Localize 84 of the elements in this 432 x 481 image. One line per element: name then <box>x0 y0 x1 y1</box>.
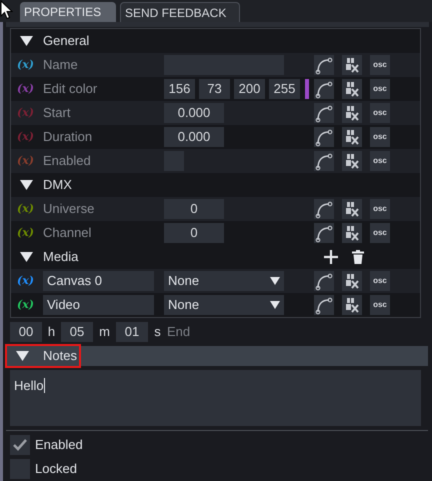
input-field[interactable]: Canvas 0 <box>43 271 154 291</box>
variable-symbol: (x) <box>16 80 35 97</box>
curve-icon[interactable] <box>314 271 334 291</box>
osc-button[interactable]: osc <box>370 295 390 315</box>
unit-label: m <box>98 323 111 342</box>
blocks-icon[interactable] <box>342 295 362 315</box>
blocks-icon[interactable] <box>342 103 362 123</box>
field-label: Edit color <box>43 80 98 98</box>
section-title: General <box>43 32 90 50</box>
field-label: Duration <box>43 128 94 146</box>
curve-icon[interactable] <box>314 103 334 123</box>
variable-symbol: (x) <box>16 128 35 145</box>
field-label: Channel <box>43 224 92 242</box>
section-title: DMX <box>43 176 72 194</box>
dropdown[interactable]: None <box>164 271 284 291</box>
blocks-icon[interactable] <box>342 127 362 147</box>
osc-button[interactable]: osc <box>370 151 390 171</box>
variable-symbol: (x) <box>16 224 35 241</box>
variable-symbol: (x) <box>16 104 35 121</box>
section-title: Notes <box>43 347 77 366</box>
variable-symbol: (x) <box>16 200 35 217</box>
variable-symbol: (x) <box>16 272 35 289</box>
input-field[interactable]: 00 <box>10 322 42 342</box>
variable-symbol: (x) <box>16 296 35 313</box>
collapse-arrow-icon[interactable] <box>16 350 29 362</box>
input-field[interactable]: 05 <box>61 322 93 342</box>
unit-label: h <box>46 323 56 342</box>
field-label: Enabled <box>43 152 92 170</box>
osc-button[interactable]: osc <box>370 55 390 75</box>
variable-symbol: (x) <box>16 152 35 169</box>
pointer-icon <box>0 0 14 20</box>
end-label: End <box>167 323 190 342</box>
input-field[interactable]: 0.000 <box>164 127 224 147</box>
osc-button[interactable]: osc <box>370 127 390 147</box>
osc-button[interactable]: osc <box>370 223 390 243</box>
checkbox-label: Enabled <box>35 436 83 454</box>
osc-button[interactable]: osc <box>370 199 390 219</box>
input-field[interactable]: 255 <box>269 79 300 99</box>
input-field[interactable]: 200 <box>234 79 265 99</box>
blocks-icon[interactable] <box>342 55 362 75</box>
caret-icon <box>270 301 280 309</box>
osc-button[interactable]: osc <box>370 103 390 123</box>
blocks-icon[interactable] <box>342 151 362 171</box>
blocks-icon[interactable] <box>342 199 362 219</box>
input-field[interactable]: 0 <box>164 223 224 243</box>
checkbox-label: Locked <box>35 460 77 478</box>
caret-icon <box>270 277 280 285</box>
curve-icon[interactable] <box>314 151 334 171</box>
curve-icon[interactable] <box>314 55 334 75</box>
collapse-arrow-icon[interactable] <box>20 179 33 191</box>
input-field[interactable]: 01 <box>116 322 148 342</box>
unit-label: s <box>153 323 162 342</box>
notes-text-area[interactable]: Hello <box>10 370 421 426</box>
blocks-icon[interactable] <box>342 79 362 99</box>
curve-icon[interactable] <box>314 295 334 315</box>
notes-header[interactable]: Notes <box>6 346 428 366</box>
dropdown[interactable]: None <box>164 295 284 315</box>
curve-icon[interactable] <box>314 223 334 243</box>
tab[interactable]: SEND FEEDBACK <box>120 2 240 22</box>
variable-symbol: (x) <box>16 56 35 73</box>
checkbox[interactable] <box>10 435 30 455</box>
curve-icon[interactable] <box>314 199 334 219</box>
trash-icon[interactable] <box>352 250 364 264</box>
checkbox[interactable] <box>10 459 30 479</box>
collapse-arrow-icon[interactable] <box>20 35 33 47</box>
blocks-icon[interactable] <box>342 271 362 291</box>
section-title: Media <box>43 248 78 266</box>
blocks-icon[interactable] <box>342 223 362 243</box>
input-field[interactable]: 73 <box>199 79 230 99</box>
input-field[interactable]: 156 <box>164 79 195 99</box>
field-label: Name <box>43 56 79 74</box>
osc-button[interactable]: osc <box>370 79 390 99</box>
tab[interactable]: PROPERTIES <box>20 2 116 22</box>
curve-icon[interactable] <box>314 127 334 147</box>
input-field[interactable]: 0 <box>164 199 224 219</box>
color-swatch[interactable] <box>305 79 309 99</box>
plus-icon[interactable] <box>324 250 338 264</box>
field-label: Universe <box>43 200 96 218</box>
osc-button[interactable]: osc <box>370 271 390 291</box>
collapse-arrow-icon[interactable] <box>20 251 33 263</box>
input-field[interactable]: 0.000 <box>164 103 224 123</box>
field-label: Start <box>43 104 72 122</box>
input-field[interactable]: Video <box>43 295 154 315</box>
curve-icon[interactable] <box>314 79 334 99</box>
